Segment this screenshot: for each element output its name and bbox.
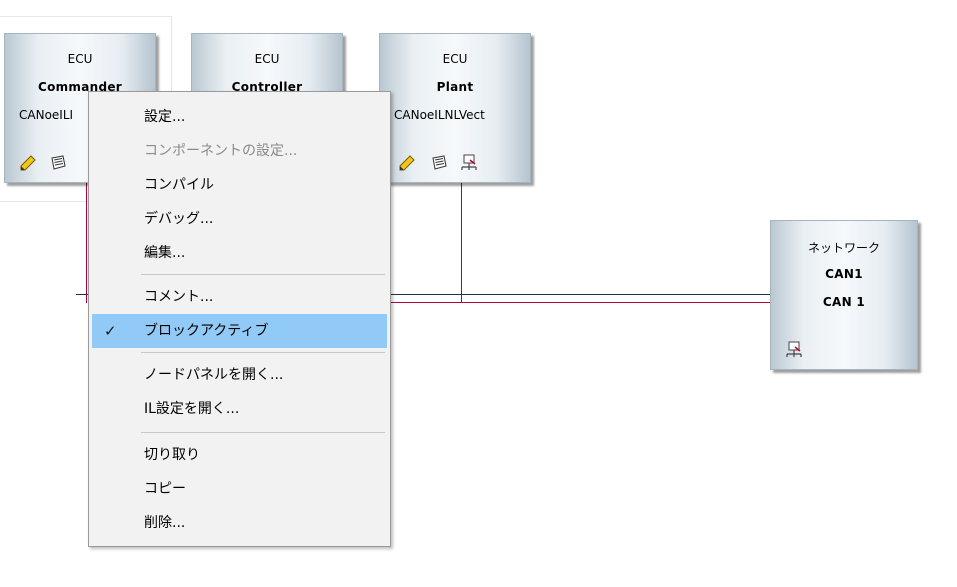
menu-item-copy[interactable]: コピー	[92, 472, 387, 506]
menu-item-label: IL設定を開く...	[144, 401, 240, 417]
can-bus-line-red[interactable]	[391, 302, 772, 303]
menu-item-component-settings[interactable]: コンポーネントの設定...	[92, 134, 387, 168]
can-bus-line-dark[interactable]	[391, 294, 772, 295]
menu-item-delete[interactable]: 削除...	[92, 506, 387, 540]
can-bus-line-dark[interactable]	[76, 294, 88, 295]
menu-item-label: ブロックアクティブ	[144, 323, 269, 339]
ecu-node-plant[interactable]: ECU Plant CANoeILNLVect	[379, 33, 531, 183]
context-menu[interactable]: 設定... コンポーネントの設定... コンパイル デバッグ... 編集... …	[88, 91, 391, 547]
menu-item-label: 編集...	[144, 245, 186, 261]
network-node-icon[interactable]	[785, 341, 803, 359]
menu-item-comment[interactable]: コメント...	[92, 280, 387, 314]
node-type-label: ECU	[67, 52, 93, 66]
database-icon[interactable]	[49, 154, 67, 172]
menu-item-label: ノードパネルを開く...	[144, 367, 284, 383]
node-name-label: CAN1	[825, 267, 863, 281]
checkmark-icon: ✓	[104, 322, 117, 340]
node-type-label: ECU	[254, 52, 280, 66]
menu-item-open-node-panel[interactable]: ノードパネルを開く...	[92, 358, 387, 392]
menu-item-label: コピー	[144, 481, 186, 497]
menu-separator	[141, 352, 385, 353]
node-type-label: ネットワーク	[807, 241, 880, 255]
menu-item-debug[interactable]: デバッグ...	[92, 202, 387, 236]
pencil-icon[interactable]	[19, 154, 37, 172]
pencil-icon[interactable]	[398, 154, 416, 172]
node-detail-label: CANoeILNLVect	[394, 108, 485, 122]
network-node-icon[interactable]	[460, 154, 478, 172]
menu-item-label: 設定...	[144, 109, 186, 125]
database-icon[interactable]	[430, 154, 448, 172]
menu-item-edit[interactable]: 編集...	[92, 236, 387, 270]
menu-item-block-active[interactable]: ✓ ブロックアクティブ	[92, 314, 387, 348]
menu-separator	[141, 432, 385, 433]
network-canvas[interactable]: ECU Commander CANoeILI ECU Controller EC…	[0, 0, 957, 587]
plant-drop-line	[461, 183, 462, 303]
menu-item-label: デバッグ...	[144, 211, 214, 227]
node-name-label: Plant	[436, 80, 474, 94]
menu-item-label: 切り取り	[144, 447, 200, 463]
menu-item-label: コンパイル	[144, 177, 214, 193]
node-detail-label: CAN 1	[822, 295, 866, 309]
node-type-label: ECU	[442, 52, 468, 66]
menu-separator	[141, 274, 385, 275]
commander-drop-line	[86, 183, 87, 303]
menu-item-label: コンポーネントの設定...	[144, 143, 298, 159]
menu-item-cut[interactable]: 切り取り	[92, 438, 387, 472]
menu-item-settings[interactable]: 設定...	[92, 100, 387, 134]
network-node-can1[interactable]: ネットワーク CAN1 CAN 1	[770, 220, 918, 370]
menu-item-open-il-settings[interactable]: IL設定を開く...	[92, 392, 387, 426]
menu-item-compile[interactable]: コンパイル	[92, 168, 387, 202]
menu-item-label: コメント...	[144, 289, 214, 305]
menu-item-label: 削除...	[144, 515, 186, 531]
